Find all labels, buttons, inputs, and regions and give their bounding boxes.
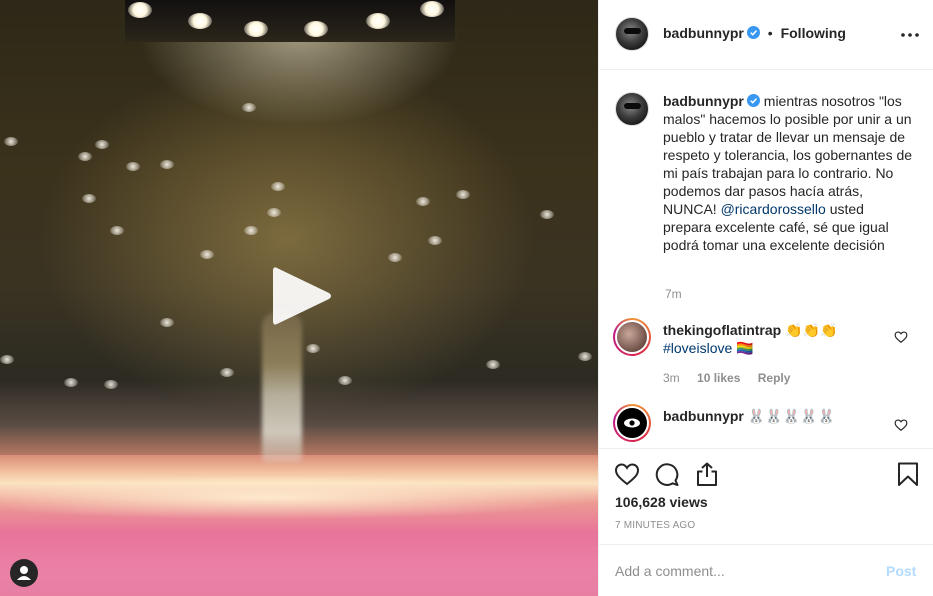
add-comment-bar: Post: [599, 544, 933, 596]
comment-text: 🐰🐰🐰🐰🐰: [747, 408, 835, 424]
crowd-light: [160, 160, 174, 169]
play-icon[interactable]: [271, 264, 333, 328]
header-user-info: badbunnypr • Following: [663, 25, 846, 41]
post-caption: badbunnypr mientras nosotros "los malos"…: [663, 92, 913, 254]
share-icon[interactable]: [694, 461, 720, 487]
caption-timestamp[interactable]: 7m: [665, 287, 682, 301]
comment-meta: 3m 10 likes Reply: [663, 371, 804, 385]
following-button[interactable]: Following: [781, 25, 846, 41]
crowd-light: [578, 352, 592, 361]
stage-light: [420, 1, 444, 17]
heart-icon[interactable]: [614, 461, 640, 487]
more-horizontal-icon[interactable]: [899, 24, 921, 46]
verified-badge-icon: [746, 26, 760, 39]
stage-glow: [0, 470, 598, 525]
crowd-light: [244, 226, 258, 235]
comment-body: badbunnypr 🐰🐰🐰🐰🐰: [663, 407, 883, 425]
crowd-light: [160, 318, 174, 327]
avatar[interactable]: [615, 17, 649, 51]
crowd-light: [4, 137, 18, 146]
crowd-light: [388, 253, 402, 262]
crowd-light: [220, 368, 234, 377]
comment-timestamp[interactable]: 3m: [663, 371, 680, 385]
like-comment-heart-icon[interactable]: [894, 330, 908, 344]
crowd-light: [78, 152, 92, 161]
stage-light: [244, 21, 268, 37]
comment-body: thekingoflatintrap 👏👏👏 #loveislove 🏳️‍🌈: [663, 321, 883, 357]
stage-light: [128, 2, 152, 18]
crowd-light: [456, 190, 470, 199]
reply-button[interactable]: Reply: [758, 371, 791, 385]
crowd-light: [110, 226, 124, 235]
crowd-light: [267, 208, 281, 217]
verified-badge-icon: [746, 94, 760, 107]
separator-dot: •: [767, 25, 773, 41]
comments-thread[interactable]: badbunnypr mientras nosotros "los malos"…: [599, 70, 933, 448]
video-player[interactable]: [0, 0, 598, 596]
crowd-light: [540, 210, 554, 219]
crowd-light: [82, 194, 96, 203]
stage-light-rig: [125, 0, 455, 42]
crowd-light: [428, 236, 442, 245]
comment-likes[interactable]: 10 likes: [697, 371, 740, 385]
bookmark-icon[interactable]: [895, 461, 921, 487]
comment-icon[interactable]: [654, 461, 680, 487]
header-username[interactable]: badbunnypr: [663, 25, 744, 41]
crowd-light: [416, 197, 430, 206]
comment-text: 👏👏👏: [785, 322, 838, 338]
view-count[interactable]: 106,628 views: [615, 494, 708, 510]
crowd-light: [306, 344, 320, 353]
user-tag-icon[interactable]: [10, 559, 38, 587]
post-timestamp[interactable]: 7 MINUTES AGO: [615, 520, 695, 531]
caption-username[interactable]: badbunnypr: [663, 93, 744, 109]
post-comment-button[interactable]: Post: [886, 563, 916, 579]
stage-light: [366, 13, 390, 29]
caption-text: mientras nosotros "los malos" hacemos lo…: [663, 93, 913, 217]
avatar[interactable]: [615, 92, 649, 126]
eye-logo-icon: [624, 418, 640, 428]
stage-light: [304, 21, 328, 37]
comment-emoji: 🏳️‍🌈: [736, 340, 754, 356]
crowd-light: [486, 360, 500, 369]
post-header: badbunnypr • Following: [599, 0, 933, 70]
hashtag-link[interactable]: #loveislove: [663, 340, 732, 356]
avatar[interactable]: [613, 404, 651, 442]
comment-username[interactable]: thekingoflatintrap: [663, 322, 781, 338]
post-details-panel: badbunnypr • Following badbunnypr mientr…: [598, 0, 933, 596]
crowd-light: [242, 103, 256, 112]
like-comment-heart-icon[interactable]: [894, 418, 908, 432]
crowd-light: [200, 250, 214, 259]
post-actions: 106,628 views 7 MINUTES AGO: [599, 448, 933, 544]
crowd-light: [0, 355, 14, 364]
caption-mention-link[interactable]: @ricardorossello: [721, 201, 826, 217]
crowd-light: [126, 162, 140, 171]
stage-light: [188, 13, 212, 29]
crowd-light: [95, 140, 109, 149]
crowd-light: [271, 182, 285, 191]
performer: [262, 312, 302, 462]
comment-username[interactable]: badbunnypr: [663, 408, 744, 424]
comment-input[interactable]: [615, 559, 865, 583]
avatar[interactable]: [613, 318, 651, 356]
